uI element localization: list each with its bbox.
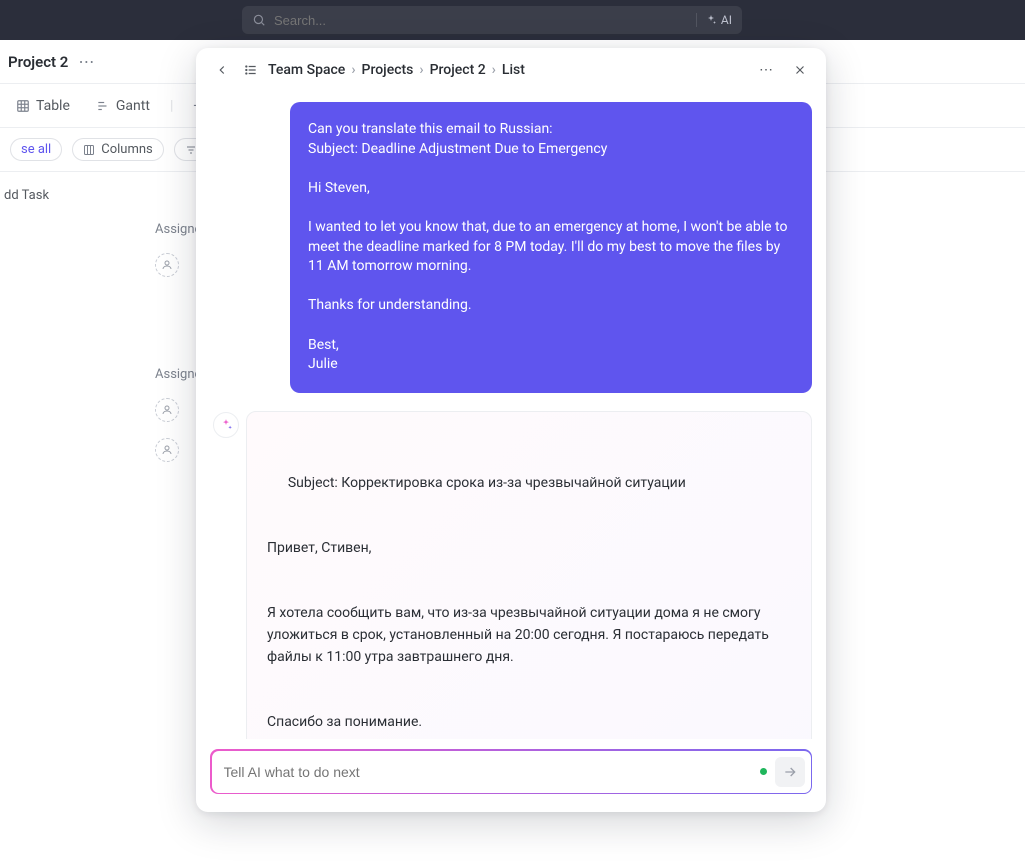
- ai-panel: Team Space › Projects › Project 2 › List…: [196, 48, 826, 812]
- assignee-avatar-empty[interactable]: [155, 438, 179, 462]
- ai-input-field[interactable]: [224, 764, 752, 780]
- tab-gantt-label: Gantt: [116, 98, 150, 114]
- crumb-2[interactable]: Project 2: [430, 62, 486, 78]
- chevron-right-icon: ›: [492, 62, 496, 78]
- tab-table-label: Table: [36, 98, 70, 114]
- ai-message: Subject: Корректировка срока из-за чрезв…: [246, 411, 812, 739]
- ai-sparkle-icon: [213, 412, 239, 438]
- user-message: Can you translate this email to Russian:…: [290, 102, 812, 393]
- tab-gantt[interactable]: Gantt: [90, 94, 156, 118]
- search-icon: [252, 13, 266, 27]
- page-more-icon[interactable]: ⋯: [78, 52, 94, 71]
- crumb-3[interactable]: List: [502, 62, 525, 78]
- recording-indicator: [760, 768, 767, 775]
- add-task-row[interactable]: dd Task: [4, 188, 49, 203]
- ai-message-text: Subject: Корректировка срока из-за чрезв…: [267, 475, 772, 739]
- send-button[interactable]: [775, 757, 805, 787]
- chevron-right-icon: ›: [351, 62, 355, 78]
- crumb-1[interactable]: Projects: [362, 62, 414, 78]
- columns-label: Columns: [101, 142, 153, 157]
- back-button[interactable]: [210, 58, 234, 82]
- page-title: Project 2: [8, 53, 68, 71]
- columns-button[interactable]: Columns: [72, 138, 164, 161]
- assignee-avatar-empty[interactable]: [155, 253, 179, 277]
- assignee-avatar-empty[interactable]: [155, 398, 179, 422]
- tab-table[interactable]: Table: [10, 94, 76, 118]
- close-button[interactable]: [788, 58, 812, 82]
- search-input[interactable]: [274, 13, 688, 28]
- ai-shortcut-label: AI: [721, 13, 732, 27]
- global-search[interactable]: AI: [242, 6, 742, 34]
- breadcrumb[interactable]: Team Space › Projects › Project 2 › List: [268, 62, 525, 78]
- ai-shortcut-button[interactable]: AI: [696, 13, 732, 27]
- ai-panel-footer: [196, 739, 826, 812]
- top-bar: AI: [0, 0, 1025, 40]
- panel-more-button[interactable]: ⋯: [754, 58, 778, 82]
- ai-input[interactable]: [210, 749, 812, 794]
- expand-all-button[interactable]: se all: [10, 138, 62, 161]
- add-task-label: dd Task: [4, 188, 49, 203]
- expand-all-label: se all: [21, 142, 51, 157]
- list-icon: [244, 63, 258, 77]
- crumb-0[interactable]: Team Space: [268, 62, 345, 78]
- ai-conversation[interactable]: Can you translate this email to Russian:…: [196, 92, 826, 739]
- chevron-right-icon: ›: [419, 62, 423, 78]
- ai-panel-header: Team Space › Projects › Project 2 › List…: [196, 48, 826, 92]
